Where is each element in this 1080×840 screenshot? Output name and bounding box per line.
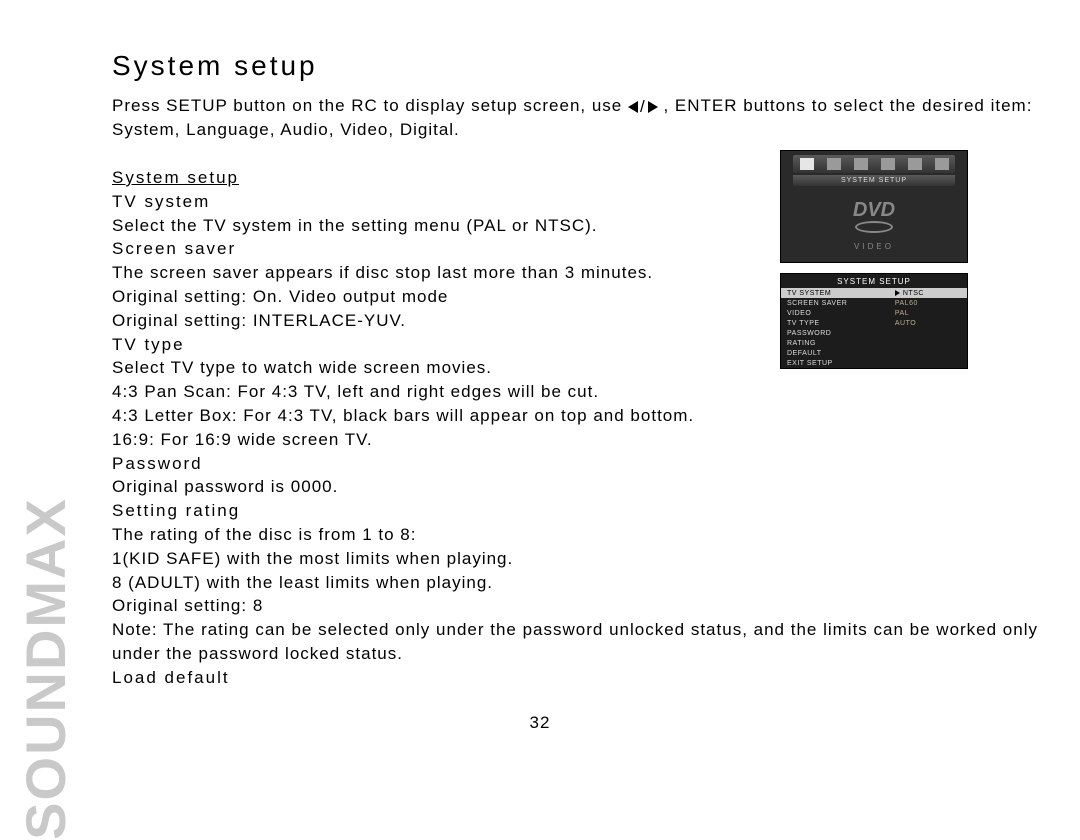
option-pal60: PAL60 xyxy=(889,298,967,308)
selection-arrow-icon xyxy=(895,290,900,296)
setup-screen-preview-2: SYSTEM SETUP TV SYSTEM SCREEN SAVER VIDE… xyxy=(780,273,968,369)
menu-item-tv-type: TV TYPE xyxy=(781,318,889,328)
fig2-right-column: NTSC PAL60 PAL AUTO xyxy=(889,288,967,368)
rating-text-2: 1(KID SAFE) with the most limits when pl… xyxy=(112,549,513,568)
tv-type-heading: TV type xyxy=(112,335,185,354)
rating-text-3: 8 (ADULT) with the least limits when pla… xyxy=(112,573,493,592)
menu-item-tv-system: TV SYSTEM xyxy=(781,288,889,298)
rating-text-4: Original setting: 8 xyxy=(112,596,263,615)
system-icon xyxy=(800,158,814,170)
brand-sidebar: SOUNDMAX xyxy=(10,45,80,701)
screen-saver-text-1: The screen saver appears if disc stop la… xyxy=(112,263,653,282)
option-ntsc: NTSC xyxy=(889,288,967,298)
setup-top-icon-bar xyxy=(793,155,955,173)
brand-logo-text: SOUNDMAX xyxy=(13,497,78,840)
screen-saver-text-2: Original setting: On. Video output mode xyxy=(112,287,448,306)
setup-subtitle-bar: SYSTEM SETUP xyxy=(793,175,955,186)
video-icon xyxy=(881,158,895,170)
figures-column: SYSTEM SETUP DVD VIDEO SYSTEM SETUP TV S… xyxy=(780,150,968,369)
setup-screen-preview-1: SYSTEM SETUP DVD VIDEO xyxy=(780,150,968,263)
option-ntsc-label: NTSC xyxy=(903,290,924,297)
menu-item-rating: RATING xyxy=(781,338,889,348)
tv-type-text-2: 4:3 Pan Scan: For 4:3 TV, left and right… xyxy=(112,382,599,401)
screen-saver-text-3: Original setting: INTERLACE-YUV. xyxy=(112,311,406,330)
rating-heading: Setting rating xyxy=(112,501,240,520)
language-icon xyxy=(827,158,841,170)
audio-icon xyxy=(854,158,868,170)
menu-item-screen-saver: SCREEN SAVER xyxy=(781,298,889,308)
triangle-right-icon xyxy=(648,101,658,113)
option-auto: AUTO xyxy=(889,318,967,328)
fig2-left-column: TV SYSTEM SCREEN SAVER VIDEO TV TYPE PAS… xyxy=(781,288,889,368)
content-area: System setup Press SETUP button on the R… xyxy=(112,50,1050,690)
dvd-word: DVD xyxy=(781,199,967,222)
extra-icon xyxy=(935,158,949,170)
page-title: System setup xyxy=(112,50,1050,82)
option-pal: PAL xyxy=(889,308,967,318)
fig2-title: SYSTEM SETUP xyxy=(781,274,967,288)
menu-item-default: DEFAULT xyxy=(781,348,889,358)
tv-type-text-3: 4:3 Letter Box: For 4:3 TV, black bars w… xyxy=(112,406,694,425)
password-text: Original password is 0000. xyxy=(112,477,338,496)
load-default-heading: Load default xyxy=(112,668,230,687)
screen-saver-heading: Screen saver xyxy=(112,239,236,258)
tv-system-heading: TV system xyxy=(112,192,210,211)
tv-system-text: Select the TV system in the setting menu… xyxy=(112,216,598,235)
menu-item-video: VIDEO xyxy=(781,308,889,318)
menu-item-exit-setup: EXIT SETUP xyxy=(781,358,889,368)
section-heading: System setup xyxy=(112,168,239,187)
password-heading: Password xyxy=(112,454,203,473)
dvd-logo: DVD VIDEO xyxy=(781,199,967,251)
page-number: 32 xyxy=(0,713,1080,733)
dvd-video-word: VIDEO xyxy=(781,242,967,251)
dvd-disc-icon xyxy=(855,221,893,233)
menu-item-password: PASSWORD xyxy=(781,328,889,338)
rating-text-1: The rating of the disc is from 1 to 8: xyxy=(112,525,416,544)
tv-type-text-4: 16:9: For 16:9 wide screen TV. xyxy=(112,430,373,449)
left-right-arrows-icon: / xyxy=(628,95,658,119)
intro-part-a: Press SETUP button on the RC to display … xyxy=(112,96,628,115)
digital-icon xyxy=(908,158,922,170)
tv-type-text-1: Select TV type to watch wide screen movi… xyxy=(112,358,492,377)
fig2-menu: TV SYSTEM SCREEN SAVER VIDEO TV TYPE PAS… xyxy=(781,288,967,368)
note-text: Note: The rating can be selected only un… xyxy=(112,620,1038,663)
triangle-left-icon xyxy=(628,101,638,113)
